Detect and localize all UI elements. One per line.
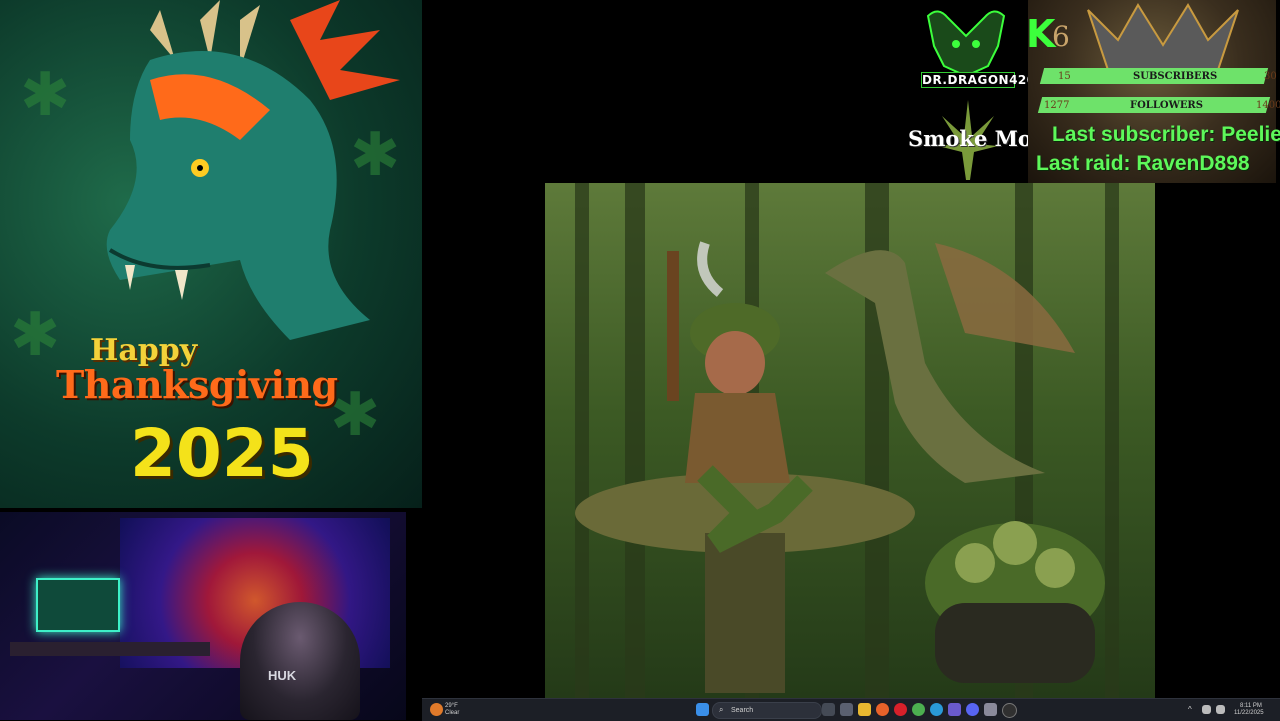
volume-icon[interactable] xyxy=(1216,705,1225,714)
obs-icon[interactable] xyxy=(1002,703,1017,718)
edge-icon[interactable] xyxy=(930,703,943,716)
followers-label: FOLLOWERS xyxy=(1130,100,1203,111)
subscribers-label: SUBSCRIBERS xyxy=(1133,71,1218,82)
thanksgiving-panel: ✱ ✱ ✱ ✱ Happy Thanksgiving 2025 xyxy=(0,0,422,508)
artwork-figures xyxy=(575,241,1105,693)
start-icon[interactable] xyxy=(696,703,709,716)
teams-icon[interactable] xyxy=(948,703,961,716)
webcam-feed xyxy=(0,512,406,720)
kick-count: 6 xyxy=(1052,20,1070,53)
followers-current: 1277 xyxy=(1044,100,1070,111)
network-icon[interactable] xyxy=(1202,705,1211,714)
subscribers-current: 15 xyxy=(1058,71,1071,82)
search-icon: ⌕ xyxy=(719,705,724,714)
leprechaun-dragon-artwork xyxy=(545,183,1155,698)
opera-icon[interactable] xyxy=(894,703,907,716)
shirt-text: HUK xyxy=(268,668,297,683)
subscribers-goal: 30 xyxy=(1264,71,1277,82)
search-placeholder: Search xyxy=(731,707,754,714)
greeting-thanksgiving: Thanksgiving xyxy=(56,362,338,407)
windows-taskbar: 29°F Clear ⌕ Search ^ 8:11 PM 11/22/2025 xyxy=(422,698,1280,721)
chevron-up-icon[interactable]: ^ xyxy=(1188,706,1192,714)
channel-logo-text: DR.DRAGON420 xyxy=(921,72,1036,88)
search-input[interactable]: ⌕ Search xyxy=(712,702,822,719)
settings-icon[interactable] xyxy=(984,703,997,716)
discord-icon[interactable] xyxy=(966,703,979,716)
gaming-pc-image xyxy=(36,578,120,632)
file-explorer-icon[interactable] xyxy=(858,703,871,716)
last-subscriber-text: Last subscriber: Peelies xyxy=(1052,123,1280,146)
cannabis-leaf-decoration: ✱ xyxy=(20,61,71,128)
clock-date[interactable]: 11/22/2025 xyxy=(1234,710,1264,717)
task-view-icon[interactable] xyxy=(840,703,853,716)
greeting-year: 2025 xyxy=(130,415,314,492)
weather-temp[interactable]: 29°F xyxy=(445,703,458,710)
dragon-head-image xyxy=(106,0,400,340)
chrome-icon[interactable] xyxy=(912,703,925,716)
cannabis-leaf-decoration: ✱ xyxy=(10,301,61,368)
followers-goal: 1400 xyxy=(1256,100,1280,111)
streamer-image xyxy=(240,602,360,720)
widgets-icon[interactable] xyxy=(822,703,835,716)
desk-image xyxy=(10,642,210,656)
weather-icon[interactable] xyxy=(430,703,443,716)
firefox-icon[interactable] xyxy=(876,703,889,716)
last-raid-text: Last raid: RavenD898 xyxy=(1036,152,1250,175)
weather-condition[interactable]: Clear xyxy=(445,710,459,717)
clock-time[interactable]: 8:11 PM xyxy=(1240,703,1262,710)
